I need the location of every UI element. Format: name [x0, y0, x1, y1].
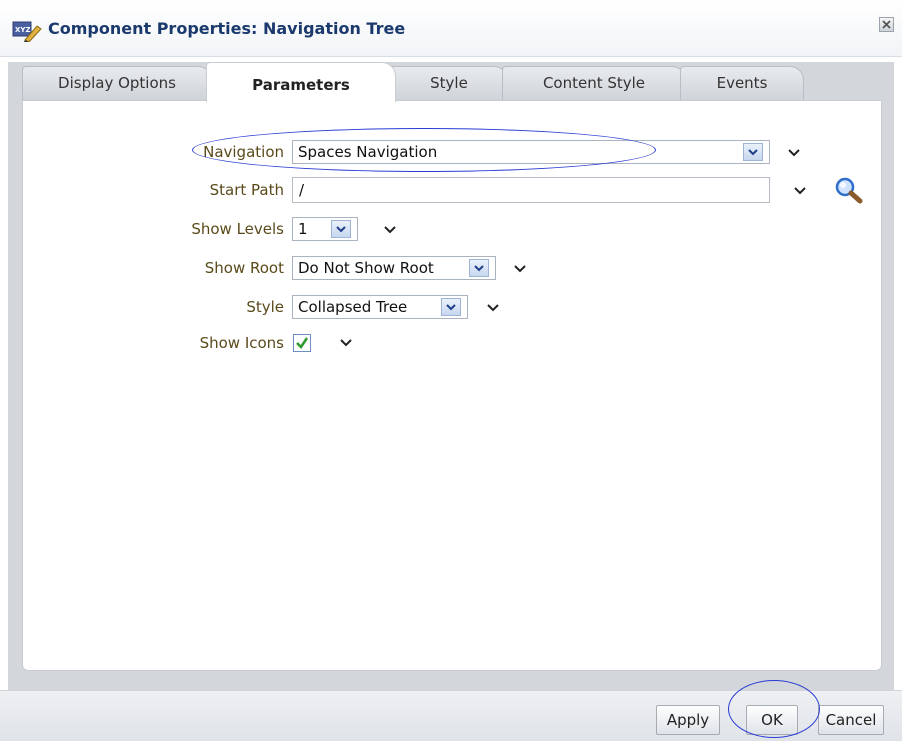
tab-label: Parameters [252, 76, 350, 94]
start-path-options-chevron-icon[interactable] [794, 186, 806, 196]
apply-button[interactable]: Apply [656, 705, 720, 735]
style-value: Collapsed Tree [298, 298, 408, 316]
tab-label: Content Style [542, 74, 646, 92]
close-icon [882, 20, 891, 29]
component-properties-dialog: XYZ Component Properties: Navigation Tre… [0, 0, 902, 741]
tab-parameters[interactable]: Parameters [206, 62, 396, 102]
tab-bar: Display Options Parameters Style Content… [8, 62, 894, 102]
cancel-button[interactable]: Cancel [818, 705, 884, 735]
dialog-footer: Apply OK Cancel [0, 690, 902, 741]
show-root-value: Do Not Show Root [298, 259, 434, 277]
show-root-dropdown-button[interactable] [469, 259, 489, 277]
tab-content-style[interactable]: Content Style [502, 66, 686, 100]
show-icons-checkbox[interactable] [293, 334, 311, 352]
navigation-options-chevron-icon[interactable] [788, 148, 800, 158]
show-levels-label: Show Levels [191, 220, 284, 238]
chevron-down-icon [446, 304, 456, 311]
navigation-value: Spaces Navigation [298, 143, 438, 161]
tab-label: Events [716, 74, 768, 92]
style-label: Style [246, 298, 284, 316]
dialog-titlebar: XYZ Component Properties: Navigation Tre… [0, 0, 902, 57]
tab-display-options[interactable]: Display Options [22, 66, 212, 100]
style-select[interactable]: Collapsed Tree [292, 295, 468, 319]
tab-label: Display Options [58, 74, 176, 92]
show-icons-options-chevron-icon[interactable] [340, 338, 352, 348]
style-options-chevron-icon[interactable] [487, 303, 499, 313]
show-icons-label: Show Icons [199, 334, 284, 352]
start-path-input[interactable]: / [292, 177, 770, 203]
style-dropdown-button[interactable] [441, 298, 461, 316]
dialog-title: Component Properties: Navigation Tree [48, 19, 406, 38]
chevron-down-icon [748, 149, 758, 156]
tab-events[interactable]: Events [680, 66, 804, 100]
search-icon[interactable] [834, 176, 864, 204]
navigation-select[interactable]: Spaces Navigation [292, 140, 770, 164]
navigation-label: Navigation [203, 143, 284, 161]
svg-text:XYZ: XYZ [15, 26, 31, 34]
navigation-dropdown-button[interactable] [743, 143, 763, 161]
show-levels-select[interactable]: 1 [292, 217, 358, 241]
ok-button[interactable]: OK [746, 705, 798, 735]
show-root-options-chevron-icon[interactable] [514, 264, 526, 274]
show-levels-options-chevron-icon[interactable] [384, 225, 396, 235]
tab-style[interactable]: Style [390, 66, 508, 100]
start-path-label: Start Path [209, 181, 284, 199]
show-root-label: Show Root [204, 259, 284, 277]
show-root-select[interactable]: Do Not Show Root [292, 256, 496, 280]
chevron-down-icon [336, 226, 346, 233]
show-levels-value: 1 [298, 220, 308, 238]
tab-label: Style [430, 74, 468, 92]
show-levels-dropdown-button[interactable] [331, 220, 351, 238]
chevron-down-icon [474, 265, 484, 272]
close-button[interactable] [879, 17, 894, 32]
edit-properties-icon: XYZ [12, 20, 42, 43]
checkmark-icon [296, 337, 309, 350]
